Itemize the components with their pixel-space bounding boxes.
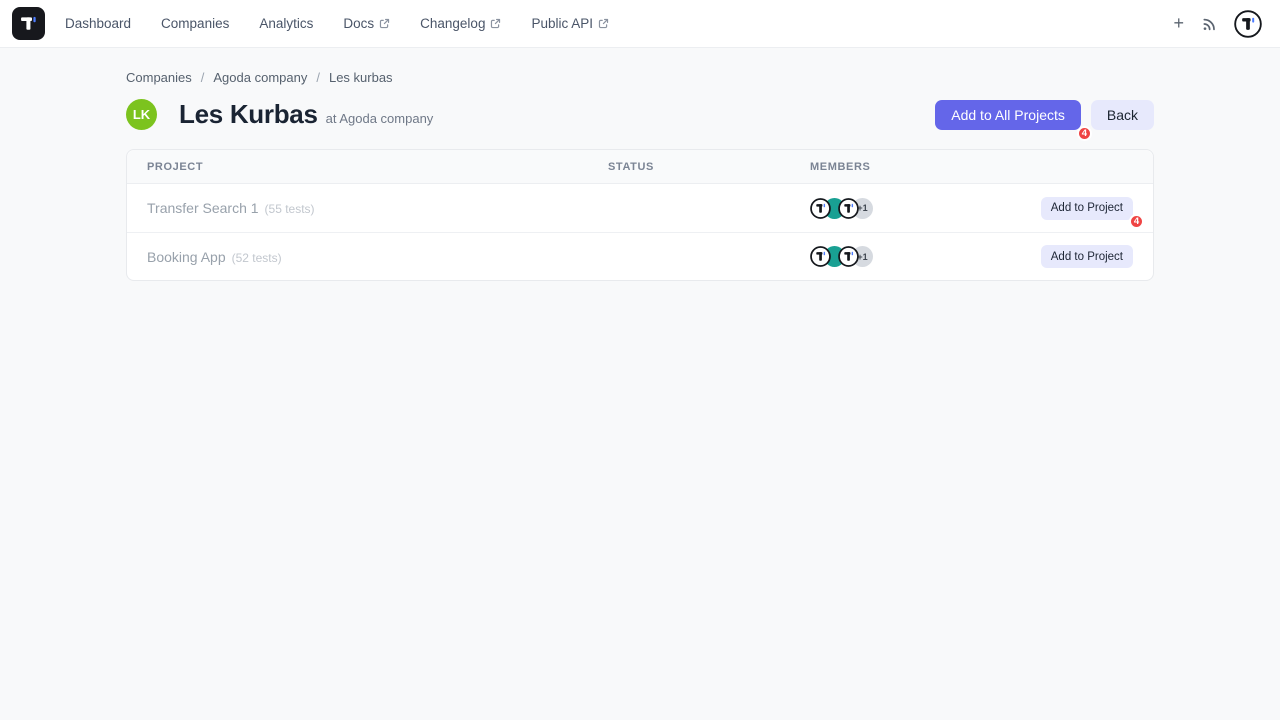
page-title: Les Kurbas xyxy=(179,99,318,130)
nav-dashboard-label: Dashboard xyxy=(65,16,131,31)
external-link-icon xyxy=(379,18,390,29)
nav-analytics[interactable]: Analytics xyxy=(259,16,313,31)
members-avatars: +1 xyxy=(810,246,1041,267)
member-avatar-logo-icon xyxy=(838,246,859,267)
add-to-all-projects-button[interactable]: Add to All Projects 4 xyxy=(935,100,1081,130)
breadcrumb: Companies / Agoda company / Les kurbas xyxy=(126,70,1154,85)
nav-public-api-label: Public API xyxy=(531,16,593,31)
member-avatar-logo-icon xyxy=(810,198,831,219)
notification-badge: 4 xyxy=(1129,214,1144,229)
add-to-project-label: Add to Project xyxy=(1051,202,1123,214)
nav-docs[interactable]: Docs xyxy=(343,16,390,31)
table-row: Transfer Search 1 (55 tests) xyxy=(127,184,1153,232)
t-logo-avatar-icon xyxy=(1234,10,1262,38)
nav-analytics-label: Analytics xyxy=(259,16,313,31)
column-header-project: PROJECT xyxy=(147,161,608,173)
add-to-project-button[interactable]: Add to Project xyxy=(1041,197,1133,220)
add-to-project-label: Add to Project xyxy=(1051,251,1123,263)
nav-changelog[interactable]: Changelog xyxy=(420,16,501,31)
external-link-icon xyxy=(598,18,609,29)
table-header-row: PROJECT STATUS MEMBERS xyxy=(127,150,1153,184)
add-to-project-button[interactable]: Add to Project xyxy=(1041,245,1133,268)
nav-changelog-label: Changelog xyxy=(420,16,485,31)
nav-public-api[interactable]: Public API xyxy=(531,16,609,31)
app-logo[interactable] xyxy=(12,7,45,40)
page-header: LK Les Kurbas at Agoda company Add to Al… xyxy=(126,99,1154,130)
breadcrumb-agoda-company[interactable]: Agoda company xyxy=(213,70,307,85)
members-avatars: +1 xyxy=(810,198,1041,219)
breadcrumb-companies[interactable]: Companies xyxy=(126,70,192,85)
user-avatar[interactable] xyxy=(1234,10,1262,38)
table-row: Booking App (52 tests) xyxy=(127,232,1153,280)
back-button[interactable]: Back xyxy=(1091,100,1154,130)
member-avatar-logo-icon xyxy=(810,246,831,267)
project-tests-count: (52 tests) xyxy=(232,251,282,265)
external-link-icon xyxy=(490,18,501,29)
breadcrumb-current[interactable]: Les kurbas xyxy=(329,70,393,85)
nav-dashboard[interactable]: Dashboard xyxy=(65,16,131,31)
nav-docs-label: Docs xyxy=(343,16,374,31)
page-subtitle: at Agoda company xyxy=(326,111,434,126)
feed-icon xyxy=(1201,16,1217,32)
top-navbar: Dashboard Companies Analytics Docs Chang… xyxy=(0,0,1280,48)
plus-button[interactable]: + xyxy=(1173,13,1184,34)
project-name: Booking App xyxy=(147,249,226,265)
nav-companies-label: Companies xyxy=(161,16,229,31)
nav-companies[interactable]: Companies xyxy=(161,16,229,31)
breadcrumb-separator: / xyxy=(316,70,320,85)
column-header-status: STATUS xyxy=(608,161,810,173)
column-header-members: MEMBERS xyxy=(810,161,1133,173)
feed-button[interactable] xyxy=(1201,16,1217,32)
project-tests-count: (55 tests) xyxy=(265,202,315,216)
plus-icon: + xyxy=(1173,13,1184,34)
project-name: Transfer Search 1 xyxy=(147,200,259,216)
user-initials-avatar: LK xyxy=(126,99,157,130)
projects-table: PROJECT STATUS MEMBERS Transfer Search 1… xyxy=(126,149,1154,281)
t-logo-icon xyxy=(18,13,39,34)
notification-badge: 4 xyxy=(1077,126,1092,141)
breadcrumb-separator: / xyxy=(201,70,205,85)
member-avatar-logo-icon xyxy=(838,198,859,219)
add-to-all-projects-label: Add to All Projects xyxy=(951,107,1065,123)
